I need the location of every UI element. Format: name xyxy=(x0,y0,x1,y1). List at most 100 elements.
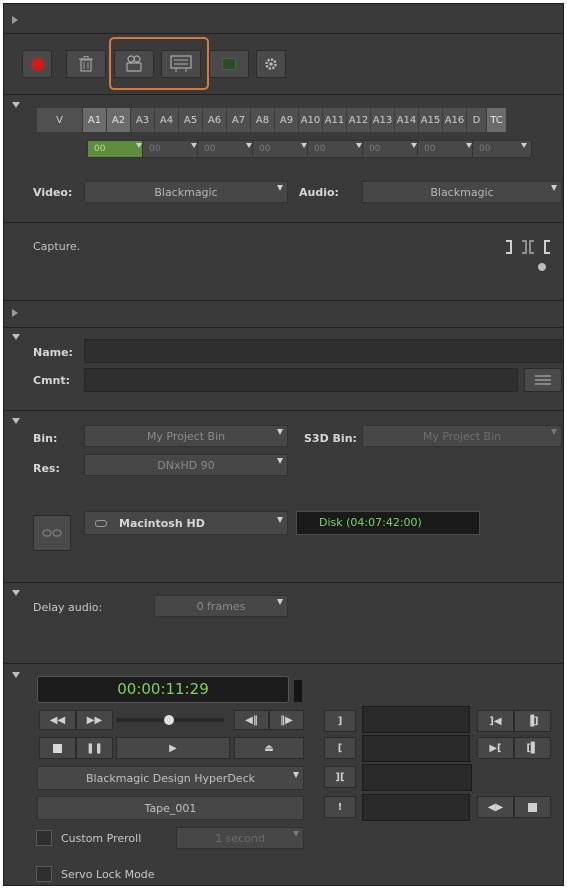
track-tc-button[interactable]: TC xyxy=(487,108,507,132)
track-pair-cell[interactable]: 00 xyxy=(362,140,422,158)
track-pair-value: 00 xyxy=(94,144,106,154)
preroll-dropdown[interactable]: 1 second xyxy=(176,827,304,849)
audio-source-value: Blackmagic xyxy=(430,185,494,199)
track-v-button[interactable]: V xyxy=(37,108,83,132)
track-pair-cell[interactable]: 00 xyxy=(417,140,477,158)
track-pair-cell[interactable]: 00 xyxy=(142,140,202,158)
rewind-button[interactable]: ◀◀ xyxy=(39,710,76,730)
custom-preroll-checkbox[interactable] xyxy=(36,830,52,846)
audio-source-dropdown[interactable]: Blackmagic xyxy=(362,181,562,203)
go-to-in-button[interactable]: ]◀ xyxy=(477,710,514,732)
duration-field[interactable] xyxy=(362,764,472,791)
bin-value: My Project Bin xyxy=(146,429,226,443)
go-to-out-button[interactable]: ▶[ xyxy=(477,737,514,759)
s3d-bin-dropdown[interactable]: My Project Bin xyxy=(362,425,562,447)
track-a13-button[interactable]: A13 xyxy=(371,108,395,132)
bin-dropdown[interactable]: My Project Bin xyxy=(84,425,288,447)
track-a3-button[interactable]: A3 xyxy=(131,108,155,132)
track-a6-button[interactable]: A6 xyxy=(203,108,227,132)
step-back-button[interactable]: ◀‖ xyxy=(234,710,269,730)
duration-icon: ][ xyxy=(335,771,345,783)
comment-list-button[interactable] xyxy=(524,368,562,392)
chevron-down-icon xyxy=(277,185,283,191)
go-to-mark-button[interactable]: ◀▶ xyxy=(477,796,514,818)
video-source-dropdown[interactable]: Blackmagic xyxy=(84,181,288,203)
play-button[interactable]: ▶ xyxy=(116,737,230,759)
mark-in-field[interactable] xyxy=(362,706,470,733)
track-a1-button[interactable]: A1 xyxy=(83,108,107,132)
track-a10-button[interactable]: A10 xyxy=(299,108,323,132)
comment-input[interactable] xyxy=(84,368,518,392)
disk-status-value: Disk (04:07:42:00) xyxy=(319,516,422,529)
track-d-button[interactable]: D xyxy=(467,108,487,132)
mark-out-button[interactable]: [ xyxy=(324,737,356,759)
name-input[interactable] xyxy=(84,339,562,363)
toggle-button[interactable] xyxy=(209,50,249,78)
hard-drive-icon xyxy=(95,519,107,527)
track-a15-button[interactable]: A15 xyxy=(419,108,443,132)
track-pair-cell[interactable]: 00 xyxy=(472,140,532,158)
capture-log-button[interactable] xyxy=(161,50,201,78)
mark-out-field[interactable] xyxy=(362,735,470,762)
track-pair-cell[interactable]: 00 xyxy=(307,140,367,158)
stop-button[interactable] xyxy=(39,737,76,759)
expand-arrow-icon[interactable] xyxy=(12,102,20,108)
shuttle-slider[interactable] xyxy=(116,715,224,725)
pause-button[interactable]: ❚❚ xyxy=(76,737,113,759)
duration-button[interactable]: ][ xyxy=(324,766,356,788)
capture-group-button[interactable] xyxy=(114,50,154,78)
track-a7-button[interactable]: A7 xyxy=(227,108,251,132)
play-icon: ▶ xyxy=(169,742,177,754)
settings-button[interactable] xyxy=(256,50,286,78)
track-a11-button[interactable]: A11 xyxy=(323,108,347,132)
eject-button[interactable]: ⏏ xyxy=(234,737,304,759)
chevron-down-icon xyxy=(293,831,299,837)
track-a4-button[interactable]: A4 xyxy=(155,108,179,132)
fast-forward-button[interactable]: ▶▶ xyxy=(76,710,113,730)
clip-name-field[interactable] xyxy=(362,794,470,821)
drive-dropdown[interactable]: Macintosh HD xyxy=(84,511,288,535)
collapse-arrow-icon[interactable] xyxy=(12,309,18,317)
track-a12-button[interactable]: A12 xyxy=(347,108,371,132)
delay-audio-dropdown[interactable]: 0 frames xyxy=(154,595,288,617)
track-a8-button[interactable]: A8 xyxy=(251,108,275,132)
mark-in-button[interactable]: ] xyxy=(324,710,356,732)
resolution-value: DNxHD 90 xyxy=(157,458,215,472)
collapse-arrow-icon[interactable] xyxy=(12,16,18,24)
shuttle-slider-handle[interactable] xyxy=(164,715,174,725)
gear-icon xyxy=(265,58,277,70)
delay-audio-label: Delay audio: xyxy=(33,601,103,614)
track-pair-cell[interactable]: 00 xyxy=(87,140,147,158)
clear-in-button[interactable]: ▐] xyxy=(514,710,551,732)
clear-marks-button[interactable] xyxy=(514,796,551,818)
servo-lock-checkbox[interactable] xyxy=(36,866,52,882)
expand-arrow-icon[interactable] xyxy=(12,672,20,678)
capture-tool-window: V A1 A2 A3 A4 A5 A6 A7 A8 A9 A10 A11 A12 A13 A14 A15 A16… xyxy=(3,3,564,886)
track-a5-button[interactable]: A5 xyxy=(179,108,203,132)
resolution-dropdown[interactable]: DNxHD 90 xyxy=(84,454,288,476)
record-button[interactable] xyxy=(22,50,52,78)
expand-arrow-icon[interactable] xyxy=(12,418,20,424)
step-forward-button[interactable]: ‖▶ xyxy=(269,710,304,730)
track-a16-button[interactable]: A16 xyxy=(443,108,467,132)
servo-lock-label: Servo Lock Mode xyxy=(61,868,155,881)
divider xyxy=(4,300,563,301)
video-source-value: Blackmagic xyxy=(154,185,218,199)
track-a2-button[interactable]: A2 xyxy=(107,108,131,132)
go-to-in-icon: ]◀ xyxy=(489,715,502,727)
expand-arrow-icon[interactable] xyxy=(12,334,20,340)
track-pair-cell[interactable]: 00 xyxy=(197,140,257,158)
track-a9-button[interactable]: A9 xyxy=(275,108,299,132)
timecode-value: 00:00:11:29 xyxy=(117,680,209,698)
tape-field[interactable]: Tape_001 xyxy=(37,796,304,820)
fast-forward-icon: ▶▶ xyxy=(86,714,103,726)
expand-arrow-icon[interactable] xyxy=(12,590,20,596)
trash-button[interactable] xyxy=(66,50,106,78)
track-a14-button[interactable]: A14 xyxy=(395,108,419,132)
drive-link-button[interactable] xyxy=(33,515,71,551)
track-pair-cell[interactable]: 00 xyxy=(252,140,312,158)
chevron-down-icon xyxy=(277,458,283,464)
deck-dropdown[interactable]: Blackmagic Design HyperDeck xyxy=(37,766,304,790)
clear-out-button[interactable]: [▌ xyxy=(514,737,551,759)
clip-name-button[interactable]: ! xyxy=(324,796,356,818)
